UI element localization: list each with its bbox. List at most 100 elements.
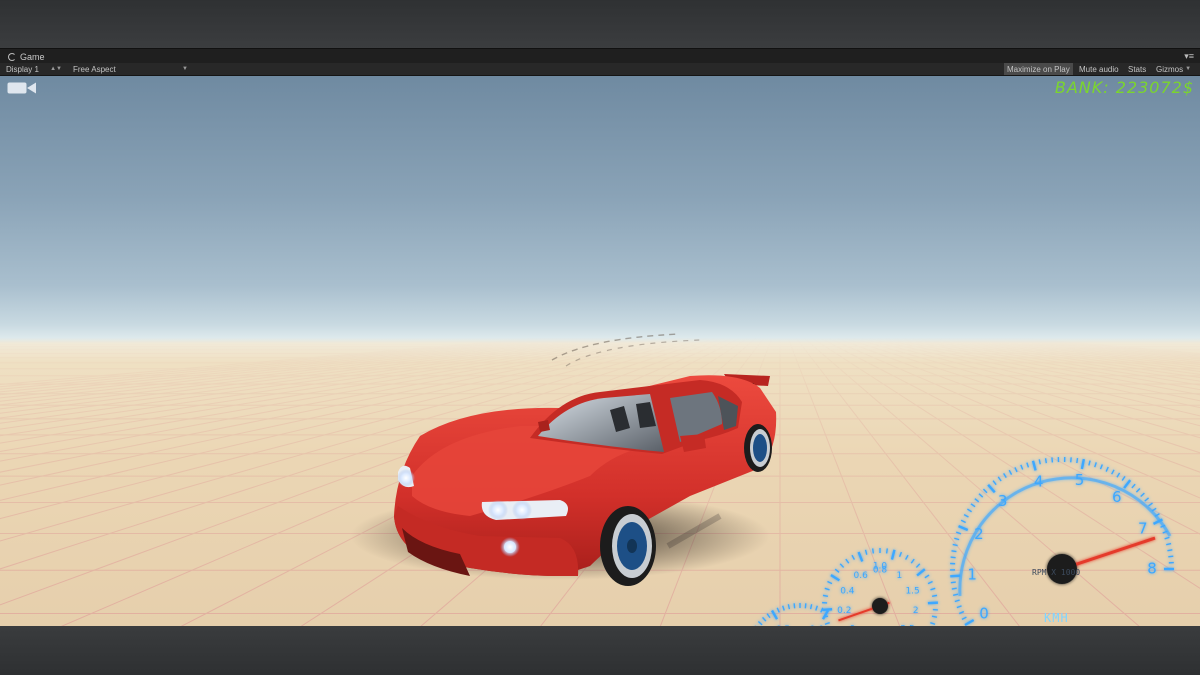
gauge-tick	[1038, 459, 1041, 465]
tab-menu-icon[interactable]: ▾≡	[1184, 51, 1194, 62]
gauge-tick	[1123, 479, 1132, 489]
gauge-tick	[1168, 555, 1174, 558]
gauge-tick	[1026, 462, 1030, 468]
speed-unit-label: KMH	[1044, 611, 1069, 625]
mid-gauge-tick-label: 2	[913, 606, 919, 616]
gauge-tick	[954, 599, 960, 603]
gauge-tick	[824, 587, 830, 591]
gauge-tick	[1094, 462, 1097, 468]
gauge-tick	[757, 621, 763, 626]
gauge-tick	[974, 498, 980, 503]
front-wheel	[600, 506, 656, 586]
game-view-window: Game ▾≡ Display 1 ▲▼ Free Aspect ▼ Maxim…	[0, 48, 1200, 627]
gauge-tick	[885, 548, 888, 554]
gauge-tick	[827, 580, 833, 585]
display-select-value: Display 1	[6, 64, 39, 74]
gizmos-label: Gizmos	[1156, 64, 1184, 74]
gauge-tick	[931, 594, 938, 597]
gauge-tick	[956, 605, 962, 609]
gauge-tick	[1144, 497, 1150, 502]
gauge-tick	[822, 594, 829, 597]
gauge-tick	[950, 556, 956, 559]
gauge-hub	[872, 598, 888, 614]
aspect-select[interactable]: Free Aspect ▼	[70, 63, 190, 75]
stats-toggle[interactable]: Stats	[1125, 63, 1149, 75]
camera-icon[interactable]	[7, 81, 37, 95]
mid-gauge-tick-label: 0.6	[853, 571, 868, 581]
gauge-tick	[992, 480, 997, 486]
gauge-tick	[954, 537, 960, 541]
gauge-tick	[1121, 475, 1126, 481]
gauge-tick	[1031, 460, 1037, 471]
maximize-on-play-toggle[interactable]: Maximize on Play	[1004, 63, 1073, 75]
gauge-tick	[950, 581, 956, 584]
gauge-tick	[978, 493, 984, 498]
gauge-tick	[864, 549, 868, 555]
gauge-tick	[927, 580, 933, 585]
gauge-tick	[951, 587, 957, 590]
gauge-tick	[851, 554, 856, 560]
desktop-background-top	[0, 0, 1200, 48]
gauge-tick	[951, 550, 957, 553]
bank-balance: BANK: 223072$	[1054, 78, 1194, 97]
gauge-tick	[830, 574, 841, 582]
gauge-tick	[952, 593, 959, 597]
mid-gauge-top-label: 1.0	[873, 562, 888, 572]
game-viewport[interactable]: 01234567800.20.40.60.811.522.51.000.51.0…	[0, 76, 1200, 627]
gauge-tick	[960, 519, 966, 524]
gauge-tick	[1135, 488, 1141, 493]
rear-wheel	[744, 424, 772, 472]
gauge-tick	[793, 603, 796, 609]
mute-audio-toggle[interactable]: Mute audio	[1076, 63, 1122, 75]
gauge-tick	[958, 525, 969, 532]
gauge-tick	[898, 551, 903, 558]
gauge-tick	[964, 618, 975, 627]
gauge-tick	[1076, 457, 1079, 464]
chevron-updown-icon: ▲▼	[50, 66, 62, 72]
aspect-select-value: Free Aspect	[73, 64, 116, 74]
gauge-tick	[927, 601, 938, 605]
gauge-tick	[782, 605, 785, 611]
game-tab-icon	[8, 52, 16, 61]
gauge-tick	[1044, 458, 1047, 464]
gauge-tick	[1008, 469, 1013, 475]
gizmos-dropdown[interactable]: Gizmos ▼	[1153, 63, 1194, 75]
display-select[interactable]: Display 1 ▲▼	[6, 63, 64, 75]
chevron-down-icon: ▼	[182, 66, 188, 72]
tab-game[interactable]: Game	[2, 50, 51, 63]
gauge-tick	[950, 574, 961, 578]
mid-gauge-tick-label: 1	[896, 571, 902, 581]
gauge-tick	[1088, 460, 1091, 466]
gauge-tick	[1014, 467, 1018, 473]
gauge-tick	[910, 558, 915, 564]
gauge-tick	[770, 609, 779, 620]
gauge-tick	[970, 503, 976, 508]
tacho-tick-label: 8	[1147, 560, 1157, 578]
gauge-tick	[822, 608, 833, 612]
gauge-tick	[762, 616, 767, 622]
chevron-down-icon: ▼	[1185, 66, 1192, 72]
gauge-tick	[787, 604, 791, 610]
tab-bar: Game ▾≡	[0, 49, 1200, 63]
gauge-tick	[820, 607, 824, 613]
gauge-tick	[824, 622, 830, 625]
gauge-tick	[872, 548, 875, 554]
gauge-tick	[987, 484, 996, 494]
gauge-tick	[1003, 473, 1007, 479]
tacho-tick-label: 6	[1112, 488, 1122, 506]
tacho-tick-label: 7	[1138, 520, 1148, 538]
game-scene: 01234567800.20.40.60.811.522.51.000.51.0	[0, 333, 1200, 627]
mid-gauge-tick-label: 0.4	[840, 586, 855, 596]
gauge-tick	[930, 622, 936, 625]
gauge-tick	[1020, 464, 1024, 470]
gauge-tick	[1140, 492, 1145, 498]
gauge-tick	[924, 574, 930, 579]
gauge-tick	[766, 613, 771, 619]
mid-gauge-tick-label: 1.5	[905, 586, 919, 596]
gauge-tick	[1167, 549, 1173, 552]
gauge-tick	[952, 543, 958, 547]
gauge-tick	[815, 605, 818, 611]
rpm-scale-label: RPM X 1000	[1032, 568, 1081, 577]
gauge-tick	[930, 587, 936, 591]
game-toolbar: Display 1 ▲▼ Free Aspect ▼ Maximize on P…	[0, 63, 1200, 76]
